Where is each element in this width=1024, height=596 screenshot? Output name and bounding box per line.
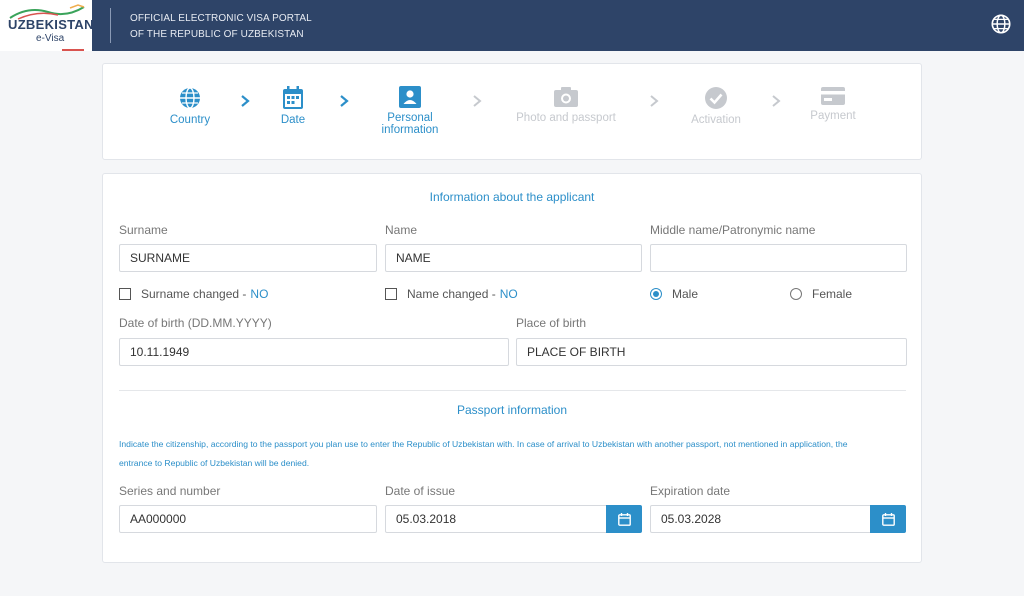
id-card-icon xyxy=(399,86,421,108)
dob-label: Date of birth (DD.MM.YYYY) xyxy=(119,316,272,330)
name-changed-label: Name changed - xyxy=(407,287,496,301)
portal-title-line1: OFFICIAL ELECTRONIC VISA PORTAL xyxy=(130,13,312,24)
calendar-icon xyxy=(617,512,631,526)
portal-title: OFFICIAL ELECTRONIC VISA PORTAL OF THE R… xyxy=(130,11,312,43)
top-header: UZBEKISTAN e-Visa OFFICIAL ELECTRONIC VI… xyxy=(0,0,1024,51)
middle-name-label: Middle name/Patronymic name xyxy=(650,223,816,237)
progress-steps: Country Date Personal information Photo … xyxy=(102,63,922,160)
name-label: Name xyxy=(385,223,418,237)
chevron-right-icon xyxy=(772,95,781,107)
notice-line1: Indicate the citizenship, according to t… xyxy=(119,439,848,449)
calendar-icon xyxy=(283,86,303,109)
gender-male-radio[interactable]: Male xyxy=(650,287,698,301)
language-globe-icon[interactable] xyxy=(990,13,1012,35)
dob-input[interactable] xyxy=(119,338,509,366)
expiry-date-input[interactable] xyxy=(650,505,871,533)
surname-changed-label: Surname changed - xyxy=(141,287,247,301)
name-input[interactable] xyxy=(385,244,642,272)
chevron-right-icon xyxy=(340,95,349,107)
checkbox-box[interactable] xyxy=(119,288,131,300)
logo-accent-line xyxy=(62,49,84,51)
pob-label: Place of birth xyxy=(516,316,587,330)
series-label: Series and number xyxy=(119,484,221,498)
radio-unselected[interactable] xyxy=(790,288,802,300)
surname-input[interactable] xyxy=(119,244,377,272)
issue-date-calendar-button[interactable] xyxy=(606,505,642,533)
step-date[interactable]: Date xyxy=(271,86,315,126)
issue-date-label: Date of issue xyxy=(385,484,456,498)
header-divider xyxy=(110,8,111,43)
step-country[interactable]: Country xyxy=(159,86,221,126)
step-label: Country xyxy=(169,114,211,126)
step-label-line2: information xyxy=(381,124,439,136)
step-label: Payment xyxy=(810,110,856,122)
expiry-date-label: Expiration date xyxy=(650,484,731,498)
step-photo-and-passport: Photo and passport xyxy=(506,86,626,124)
name-changed-value: NO xyxy=(499,287,518,301)
chevron-right-icon xyxy=(241,95,250,107)
camera-icon xyxy=(554,87,578,107)
uzbekistan-evisa-logo[interactable]: UZBEKISTAN e-Visa xyxy=(0,0,94,51)
credit-card-icon xyxy=(821,87,845,105)
radio-selected[interactable] xyxy=(650,288,662,300)
logo-subtext: e-Visa xyxy=(36,33,65,44)
passport-section-title: Passport information xyxy=(456,403,568,417)
surname-label: Surname xyxy=(119,223,168,237)
notice-line2: entrance to Republic of Uzbekistan will … xyxy=(119,458,310,468)
portal-title-line2: OF THE REPUBLIC OF UZBEKISTAN xyxy=(130,29,304,40)
citizenship-notice: Indicate the citizenship, according to t… xyxy=(119,435,909,473)
step-label-line1: Personal xyxy=(387,112,433,124)
logo-text: UZBEKISTAN xyxy=(8,17,94,32)
step-label: Date xyxy=(280,114,306,126)
step-label: Activation xyxy=(691,114,741,126)
gender-male-label: Male xyxy=(672,287,699,301)
chevron-right-icon xyxy=(473,95,482,107)
surname-changed-value: NO xyxy=(250,287,269,301)
application-form: Information about the applicant Surname … xyxy=(102,173,922,563)
calendar-icon xyxy=(881,512,895,526)
issue-date-input[interactable] xyxy=(385,505,607,533)
globe-icon xyxy=(180,87,200,109)
section-divider xyxy=(119,390,906,391)
step-activation: Activation xyxy=(683,86,749,126)
step-personal-information[interactable]: Personal information xyxy=(371,86,449,136)
middle-name-input[interactable] xyxy=(650,244,907,272)
pob-input[interactable] xyxy=(516,338,907,366)
applicant-section-title: Information about the applicant xyxy=(429,190,595,204)
checkbox-box[interactable] xyxy=(385,288,397,300)
chevron-right-icon xyxy=(650,95,659,107)
gender-female-label: Female xyxy=(812,287,853,301)
expiry-date-calendar-button[interactable] xyxy=(870,505,906,533)
name-changed-checkbox[interactable]: Name changed - NO xyxy=(385,287,518,301)
step-payment: Payment xyxy=(803,86,863,122)
check-circle-icon xyxy=(705,87,727,109)
surname-changed-checkbox[interactable]: Surname changed - NO xyxy=(119,287,268,301)
step-label: Photo and passport xyxy=(516,112,616,124)
series-number-input[interactable] xyxy=(119,505,377,533)
gender-female-radio[interactable]: Female xyxy=(790,287,852,301)
